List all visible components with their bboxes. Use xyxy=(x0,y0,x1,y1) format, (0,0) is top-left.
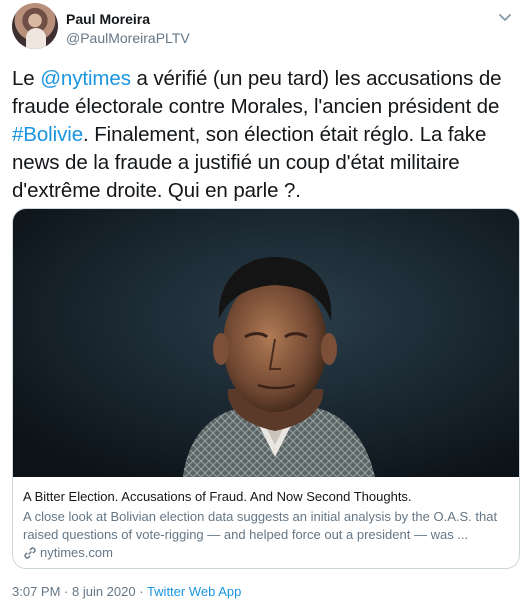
tweet-time[interactable]: 3:07 PM xyxy=(12,584,60,599)
card-title[interactable]: A Bitter Election. Accusations of Fraud.… xyxy=(23,488,507,506)
author-handle[interactable]: @PaulMoreiraPLTV xyxy=(66,29,190,47)
tweet-text-part-3: . Finalement, son élection était réglo. … xyxy=(12,123,487,202)
hashtag-link[interactable]: #Bolivie xyxy=(12,123,83,146)
tweet-text: Le @nytimes a vérifié (un peu tard) les … xyxy=(12,65,520,205)
tweet-footer: 3:07 PM · 8 juin 2020 · Twitter Web App xyxy=(12,583,241,601)
author-names: Paul Moreira @PaulMoreiraPLTV xyxy=(66,10,190,47)
tweet-date[interactable]: 8 juin 2020 xyxy=(72,584,136,599)
avatar[interactable] xyxy=(12,3,58,49)
tweet-header: Paul Moreira @PaulMoreiraPLTV xyxy=(12,3,517,51)
footer-separator: · xyxy=(135,584,147,599)
card-domain[interactable]: nytimes.com xyxy=(40,544,113,562)
card-domain-row: nytimes.com xyxy=(23,544,507,562)
footer-separator: · xyxy=(60,584,72,599)
source-app-link[interactable]: Twitter Web App xyxy=(147,584,241,599)
card-body: A Bitter Election. Accusations of Fraud.… xyxy=(23,488,507,562)
link-card[interactable]: A Bitter Election. Accusations of Fraud.… xyxy=(12,208,520,569)
chevron-down-icon[interactable] xyxy=(495,7,515,27)
link-icon xyxy=(24,547,36,559)
card-image[interactable] xyxy=(13,209,519,477)
mention-link[interactable]: @nytimes xyxy=(40,67,131,90)
tweet-text-part-1: Le xyxy=(12,67,41,90)
card-description: A close look at Bolivian election data s… xyxy=(23,509,498,542)
tweet: Paul Moreira @PaulMoreiraPLTV Le @nytime… xyxy=(0,0,532,607)
author-name[interactable]: Paul Moreira xyxy=(66,10,190,28)
